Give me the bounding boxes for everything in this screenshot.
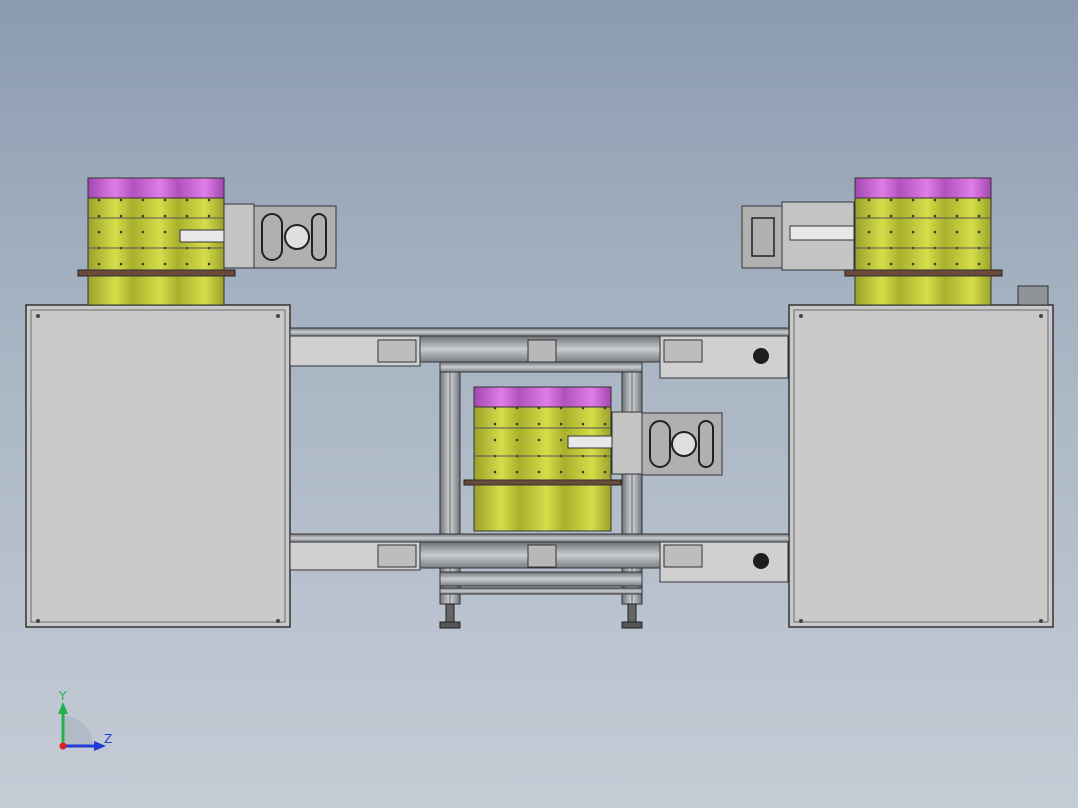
assembly-drawing: Y Z: [25, 177, 1054, 751]
y-axis-label: Y: [58, 689, 67, 703]
cad-viewport[interactable]: Y Z: [0, 0, 1078, 808]
left-gripper-module: [223, 203, 337, 269]
orientation-triad: Y Z: [58, 689, 112, 751]
center-gripper-module: [611, 411, 723, 476]
right-gripper-module: [741, 201, 855, 271]
right-cabinet: [788, 285, 1054, 628]
left-feeder-bowl: [77, 177, 236, 306]
right-feeder-bowl: [844, 177, 1003, 306]
z-axis-label: Z: [104, 732, 112, 746]
center-feeder-bowl: [463, 386, 622, 532]
left-cabinet: [25, 304, 291, 628]
